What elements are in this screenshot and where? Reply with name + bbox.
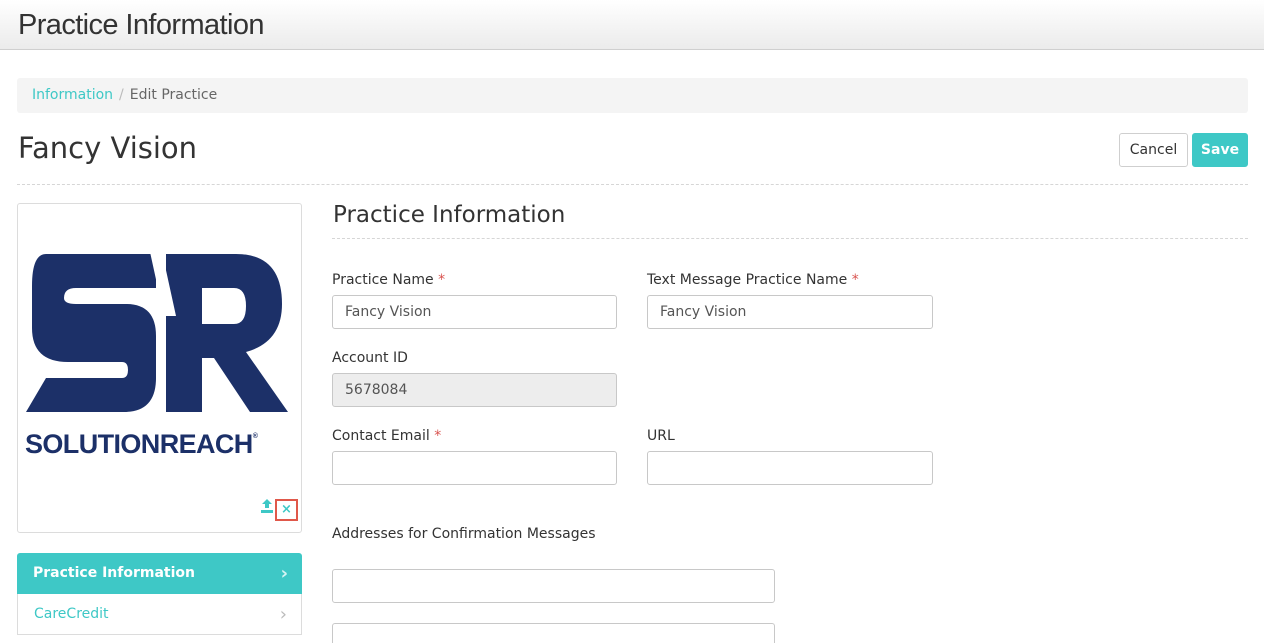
practice-name-label: Practice Name *	[332, 272, 446, 288]
account-id-field	[332, 373, 617, 407]
app-title: Practice Information	[18, 9, 264, 41]
chevron-right-icon: ›	[280, 563, 288, 584]
breadcrumb: Information / Edit Practice	[17, 78, 1248, 113]
upload-icon[interactable]	[260, 498, 274, 514]
url-label: URL	[647, 428, 675, 444]
app-header: Practice Information	[0, 0, 1264, 50]
sidebar-item-label: CareCredit	[34, 606, 109, 622]
account-id-label: Account ID	[332, 350, 408, 366]
breadcrumb-separator: /	[119, 87, 124, 103]
confirmation-address-input[interactable]	[332, 623, 775, 643]
sidebar-item-label: Practice Information	[33, 565, 195, 581]
url-input[interactable]	[647, 451, 933, 485]
breadcrumb-link-information[interactable]: Information	[32, 87, 113, 103]
contact-email-label: Contact Email *	[332, 428, 442, 444]
save-button[interactable]: Save	[1192, 133, 1248, 167]
breadcrumb-current: Edit Practice	[129, 87, 218, 103]
cancel-button[interactable]: Cancel	[1119, 133, 1188, 167]
confirmation-addresses-label: Addresses for Confirmation Messages	[332, 526, 596, 542]
required-marker: *	[851, 272, 859, 288]
required-marker: *	[434, 428, 442, 444]
practice-name-input[interactable]	[332, 295, 617, 329]
practice-logo-icon	[26, 252, 288, 412]
text-message-name-input[interactable]	[647, 295, 933, 329]
chevron-right-icon: ›	[279, 604, 287, 625]
sidebar-item-practice-information[interactable]: Practice Information ›	[17, 553, 302, 594]
logo-wordmark: SOLUTIONREACH®	[25, 429, 258, 459]
title-divider	[17, 184, 1248, 185]
text-message-name-label: Text Message Practice Name *	[647, 272, 859, 288]
close-icon[interactable]: ×	[275, 499, 298, 521]
contact-email-input[interactable]	[332, 451, 617, 485]
side-nav: Practice Information › CareCredit ›	[17, 553, 302, 635]
section-title: Practice Information	[333, 202, 566, 228]
section-divider	[332, 238, 1248, 239]
sidebar-item-carecredit[interactable]: CareCredit ›	[17, 594, 302, 635]
logo-panel: SOLUTIONREACH® ×	[17, 203, 302, 533]
required-marker: *	[438, 272, 446, 288]
confirmation-address-input[interactable]	[332, 569, 775, 603]
page-title: Fancy Vision	[18, 131, 198, 165]
